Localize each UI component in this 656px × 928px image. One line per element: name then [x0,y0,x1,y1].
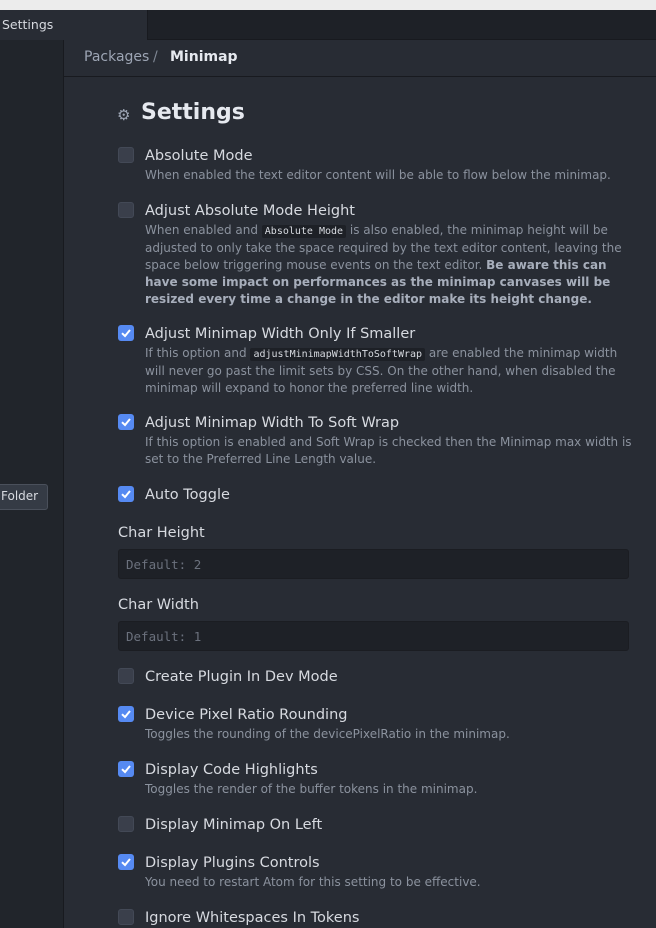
ignore-whitespaces-in-tokens-label[interactable]: Ignore Whitespaces In Tokens [145,910,359,926]
adjust-minimap-width-to-soft-wrap-description: If this option is enabled and Soft Wrap … [145,435,632,466]
display-code-highlights-description: Toggles the render of the buffer tokens … [145,782,478,796]
breadcrumb-packages-link[interactable]: Packages [84,49,149,65]
checkmark-icon [121,858,131,867]
adjust-minimap-width-only-if-smaller-description: If this option and adjustMinimapWidthToS… [145,345,633,397]
checkmark-icon [121,490,131,499]
add-folder-button-label: Folder [1,489,39,503]
checkmark-icon [121,418,131,427]
display-code-highlights-checkbox[interactable] [118,761,134,777]
checkmark-icon [121,765,131,774]
device-pixel-ratio-rounding-checkbox[interactable] [118,706,134,722]
tab-settings[interactable]: Settings [0,10,148,40]
ignore-whitespaces-in-tokens-checkbox[interactable] [118,909,134,925]
adjust-minimap-width-to-soft-wrap-checkbox[interactable] [118,414,134,430]
adjust-absolute-mode-height-description: When enabled and Absolute Mode is also e… [145,222,633,308]
description-text: If this option and [145,346,251,360]
tab-settings-label: Settings [2,17,54,32]
char-width-label: Char Width [118,597,199,613]
display-minimap-on-left-label[interactable]: Display Minimap On Left [145,817,322,833]
breadcrumb-separator: / [153,49,158,65]
char-width-input[interactable] [118,621,629,651]
char-height-label: Char Height [118,525,205,541]
inline-code: Absolute Mode [261,225,347,238]
device-pixel-ratio-rounding-label[interactable]: Device Pixel Ratio Rounding [145,707,347,723]
section-title: Settings [141,100,245,125]
adjust-absolute-mode-height-checkbox[interactable] [118,202,134,218]
breadcrumb-current: Minimap [170,49,238,65]
char-height-input[interactable] [118,549,629,579]
create-plugin-in-dev-mode-checkbox[interactable] [118,668,134,684]
absolute-mode-description: When enabled the text editor content wil… [145,168,611,182]
add-folder-button[interactable]: Folder [0,484,48,510]
tree-view-panel: Folder [0,40,64,928]
window-top-strip [0,0,656,10]
adjust-minimap-width-only-if-smaller-label[interactable]: Adjust Minimap Width Only If Smaller [145,326,415,342]
checkmark-icon [121,710,131,719]
display-plugins-controls-checkbox[interactable] [118,854,134,870]
inline-code: adjustMinimapWidthToSoftWrap [250,348,426,361]
checkmark-icon [121,329,131,338]
create-plugin-in-dev-mode-label[interactable]: Create Plugin In Dev Mode [145,669,338,685]
display-code-highlights-label[interactable]: Display Code Highlights [145,762,318,778]
display-plugins-controls-description: You need to restart Atom for this settin… [145,875,481,889]
auto-toggle-checkbox[interactable] [118,486,134,502]
adjust-minimap-width-only-if-smaller-checkbox[interactable] [118,325,134,341]
adjust-minimap-width-to-soft-wrap-label[interactable]: Adjust Minimap Width To Soft Wrap [145,415,399,431]
auto-toggle-label[interactable]: Auto Toggle [145,487,230,503]
gear-icon: ⚙ [117,106,131,124]
adjust-absolute-mode-height-label[interactable]: Adjust Absolute Mode Height [145,203,355,219]
device-pixel-ratio-rounding-description: Toggles the rounding of the devicePixelR… [145,727,510,741]
absolute-mode-label[interactable]: Absolute Mode [145,148,253,164]
breadcrumb: Packages / Minimap [64,40,656,77]
absolute-mode-checkbox[interactable] [118,147,134,163]
display-minimap-on-left-checkbox[interactable] [118,816,134,832]
description-text: When enabled and [145,223,262,237]
display-plugins-controls-label[interactable]: Display Plugins Controls [145,855,320,871]
tab-bar: Settings [0,10,656,40]
